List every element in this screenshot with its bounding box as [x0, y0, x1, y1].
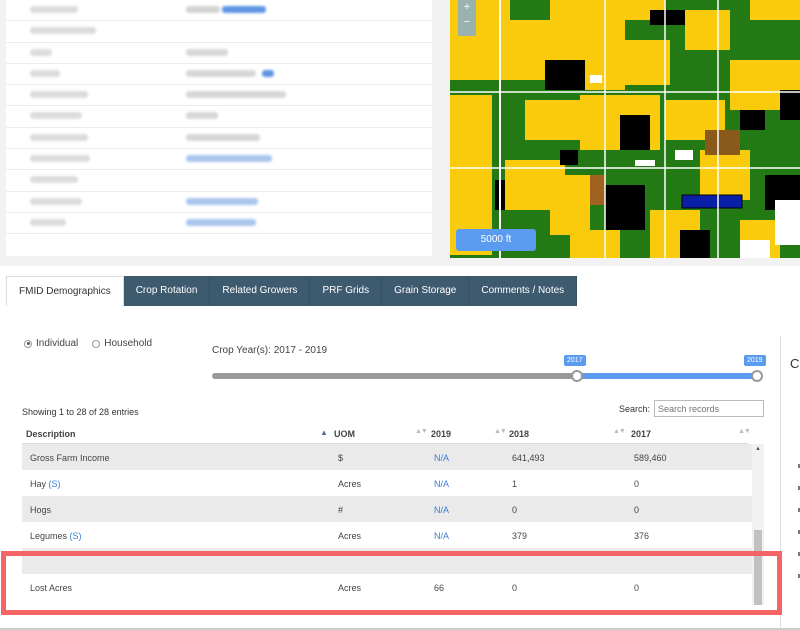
detail-row	[6, 43, 432, 64]
cell-2019[interactable]: N/A	[434, 453, 449, 463]
cell-2019[interactable]: N/A	[434, 479, 449, 489]
sort-icon[interactable]: ▲▼	[613, 428, 626, 435]
cell-uom: $	[338, 453, 344, 463]
cell-description: Hay (S)	[30, 479, 61, 489]
detail-row	[6, 192, 432, 213]
map-scale-button[interactable]: 5000 ft	[456, 229, 536, 251]
slider-start-handle[interactable]	[571, 370, 583, 382]
crop-year-label: Crop Year(s): 2017 - 2019	[212, 345, 328, 356]
cell-description: Hogs	[30, 505, 52, 515]
cell-uom: Acres	[338, 531, 362, 541]
cell-2018: 0	[512, 505, 518, 515]
individual-label: Individual	[36, 338, 79, 349]
scrollbar-thumb[interactable]	[754, 530, 762, 605]
column-header-uom[interactable]: UOM	[334, 429, 355, 439]
detail-row	[6, 149, 432, 171]
grower-details-panel	[6, 0, 432, 256]
column-header-2019[interactable]: 2019	[431, 429, 451, 439]
table-row[interactable]: Gross Farm Income $ N/A 641,493 589,460	[22, 444, 752, 470]
individual-household-toggle: Individual Household	[24, 338, 152, 349]
details-link[interactable]: (S)	[49, 479, 61, 489]
cell-uom: Acres	[338, 479, 362, 489]
details-link[interactable]: (S)	[70, 531, 82, 541]
tab-grain-storage[interactable]: Grain Storage	[382, 276, 470, 306]
slider-end-handle[interactable]	[751, 370, 763, 382]
cell-2017: 376	[634, 531, 650, 541]
radio-unselected-icon	[92, 339, 101, 348]
detail-row	[6, 64, 432, 86]
table-row[interactable]: Hogs # N/A 0 0	[22, 496, 752, 522]
cell-2019: 66	[434, 583, 445, 593]
sort-asc-icon[interactable]: ▲	[320, 428, 328, 437]
cell-2018: 1	[512, 479, 518, 489]
demographics-panel: FMID Demographics Crop Rotation Related …	[0, 266, 800, 630]
table-row-lost-acres[interactable]: Lost Acres Acres 66 0 0	[22, 574, 752, 600]
cell-description: Gross Farm Income	[30, 453, 110, 463]
sort-icon[interactable]: ▲▼	[738, 428, 751, 435]
tab-comments-notes[interactable]: Comments / Notes	[469, 276, 578, 306]
sort-icon[interactable]: ▲▼	[415, 428, 428, 435]
detail-row	[6, 21, 432, 43]
side-panel-edge: C	[780, 336, 800, 630]
search-box: Search:	[619, 400, 765, 417]
column-header-description[interactable]: Description	[26, 429, 76, 439]
description-text: Hay	[30, 479, 47, 489]
search-input[interactable]	[654, 400, 765, 417]
crop-year-slider[interactable]	[212, 373, 758, 379]
slider-start-tag: 2017	[564, 355, 586, 366]
column-header-2017[interactable]: 2017	[631, 429, 651, 439]
individual-radio[interactable]: Individual	[24, 338, 78, 349]
zoom-in-button[interactable]: +	[458, 0, 476, 15]
household-label: Household	[104, 338, 153, 349]
cell-2019[interactable]: N/A	[434, 505, 449, 515]
slider-range-fill	[577, 373, 757, 379]
cell-2018: 379	[512, 531, 528, 541]
cell-uom: Acres	[338, 583, 362, 593]
cell-2019[interactable]: N/A	[434, 531, 449, 541]
cell-description: Lost Acres	[30, 583, 73, 593]
map-zoom-control: + −	[458, 0, 476, 36]
field-map[interactable]	[450, 0, 800, 258]
detail-row	[6, 85, 432, 107]
detail-row	[6, 106, 432, 128]
table-header: Description ▲ UOM ▲▼ 2019 ▲▼ 2018 ▲▼ 201…	[22, 422, 751, 444]
tab-related-growers[interactable]: Related Growers	[210, 276, 311, 306]
household-radio[interactable]: Household	[92, 338, 152, 349]
tab-prf-grids[interactable]: PRF Grids	[310, 276, 383, 306]
zoom-out-button[interactable]: −	[458, 15, 476, 30]
detail-row	[6, 170, 432, 192]
scroll-up-icon[interactable]: ▲	[752, 446, 764, 452]
cell-2018: 0	[512, 583, 518, 593]
column-header-2018[interactable]: 2018	[509, 429, 529, 439]
crop-map-image	[450, 0, 800, 258]
cell-2017: 0	[634, 583, 640, 593]
cell-2017: 0	[634, 479, 640, 489]
search-label: Search:	[619, 403, 651, 414]
cell-2018: 641,493	[512, 453, 545, 463]
cell-uom: #	[338, 505, 344, 515]
slider-end-tag: 2019	[744, 355, 766, 366]
table-row[interactable]: Hay (S) Acres N/A 1 0	[22, 470, 752, 496]
table-body: Gross Farm Income $ N/A 641,493 589,460 …	[22, 444, 752, 605]
detail-row	[6, 128, 432, 150]
table-scrollbar[interactable]: ▲	[752, 444, 764, 605]
tab-fmid-demographics[interactable]: FMID Demographics	[6, 276, 124, 306]
description-text: Legumes	[30, 531, 68, 541]
tab-bar: FMID Demographics Crop Rotation Related …	[6, 276, 578, 306]
cell-description: Legumes (S)	[30, 531, 82, 541]
detail-row	[6, 213, 432, 235]
radio-selected-icon	[24, 339, 32, 348]
cell-2017: 0	[634, 505, 640, 515]
side-panel-caption: C	[790, 356, 800, 371]
table-row[interactable]	[22, 548, 752, 574]
tab-crop-rotation[interactable]: Crop Rotation	[123, 276, 211, 306]
entries-count: Showing 1 to 28 of 28 entries	[22, 407, 139, 417]
table-row[interactable]: Legumes (S) Acres N/A 379 376	[22, 522, 752, 548]
sort-icon[interactable]: ▲▼	[494, 428, 507, 435]
top-section: + − 5000 ft	[0, 0, 800, 262]
detail-row	[6, 0, 432, 22]
cell-2017: 589,460	[634, 453, 667, 463]
